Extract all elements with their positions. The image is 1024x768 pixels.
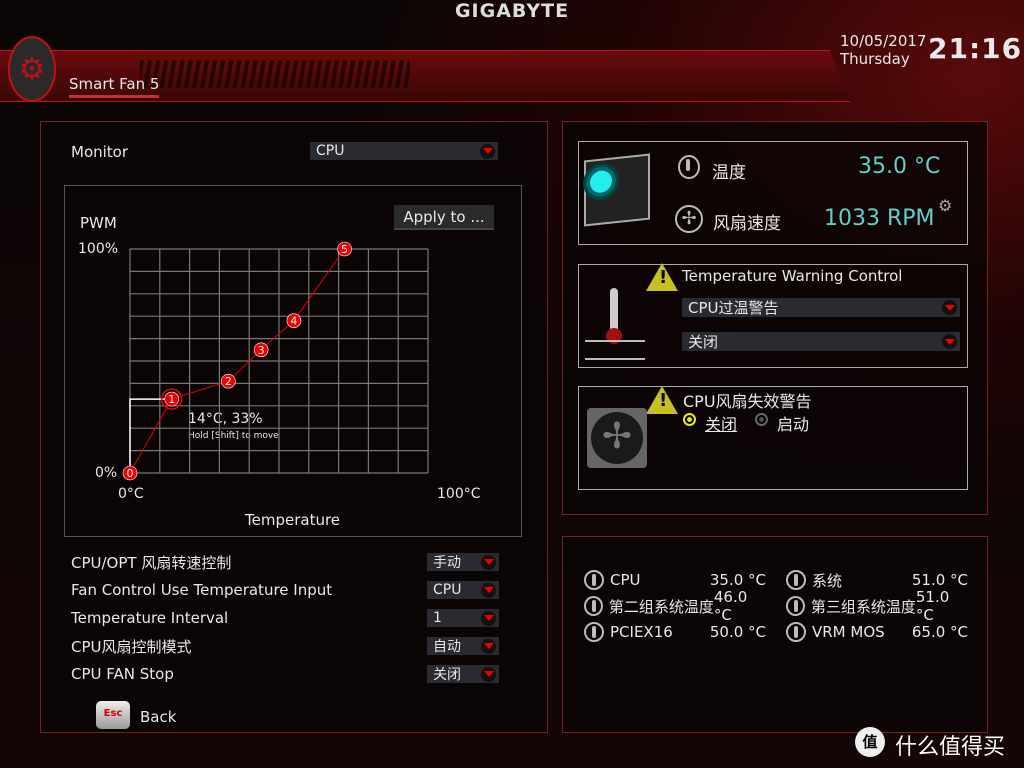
chevron-down-icon [942, 334, 957, 349]
thermometer-icon [786, 596, 805, 616]
chevron-down-icon [481, 554, 496, 570]
setting-select[interactable]: 手动 [427, 553, 499, 571]
setting-value: 自动 [433, 639, 461, 655]
gear-icon[interactable]: ⚙ [938, 196, 952, 215]
temperature-row: VRM MOS 65.0 °C [786, 619, 968, 645]
setting-value: CPU [433, 582, 462, 598]
thermometer-water-icon [585, 288, 645, 360]
fan-fail-title: CPU风扇失效警告 [683, 392, 812, 411]
setting-select[interactable]: 关闭 [427, 665, 499, 683]
curve-point-label: 5 [341, 243, 348, 256]
warning-target-value: CPU过温警告 [688, 299, 779, 317]
chevron-down-icon [481, 638, 496, 654]
setting-row: CPU风扇控制模式 自动 [71, 632, 499, 660]
setting-select[interactable]: 自动 [427, 637, 499, 655]
curve-point-label: 2 [225, 375, 232, 388]
setting-label: CPU/OPT 风扇转速控制 [71, 553, 232, 572]
pc-case-icon [584, 153, 650, 227]
chevron-down-icon [942, 300, 957, 315]
sensor-name: 第二组系统温度 [608, 597, 714, 616]
warning-threshold-select[interactable]: 关闭 [682, 332, 960, 351]
setting-label: Fan Control Use Temperature Input [71, 581, 333, 599]
radio-off[interactable] [683, 413, 696, 426]
thermometer-icon [584, 622, 604, 642]
sensor-name: 系统 [812, 571, 843, 590]
sensor-name: CPU [610, 571, 641, 589]
thermometer-icon [786, 570, 806, 590]
radio-on[interactable] [755, 413, 768, 426]
curve-point-label: 4 [290, 315, 297, 328]
setting-row: CPU FAN Stop 关闭 [71, 660, 499, 688]
sensor-value: 35.0 °C [709, 571, 766, 589]
thermometer-icon [584, 570, 604, 590]
chevron-down-icon [481, 610, 496, 626]
temperature-row: PCIEX16 50.0 °C [584, 619, 766, 645]
setting-row: CPU/OPT 风扇转速控制 手动 [71, 548, 499, 576]
curve-point-label: 1 [168, 393, 175, 406]
esc-key-icon[interactable]: Esc [96, 701, 130, 729]
curve-point-label: 0 [127, 467, 134, 480]
sensor-name: 第三组系统温度 [810, 597, 916, 616]
setting-value: 1 [433, 610, 442, 626]
thermometer-icon [584, 596, 603, 616]
setting-select[interactable]: 1 [427, 609, 499, 627]
watermark: 什么值得买 [895, 735, 1006, 760]
sensor-name: PCIEX16 [610, 623, 673, 641]
setting-value: 手动 [433, 555, 461, 571]
setting-value: 关闭 [433, 667, 461, 683]
setting-row: Temperature Interval 1 [71, 604, 499, 632]
temperature-warning-title: Temperature Warning Control [682, 267, 903, 285]
warning-threshold-value: 关闭 [688, 333, 719, 351]
fan-fail-icon: ✢ [587, 408, 647, 468]
temperature-list: CPU 35.0 °C 系统 51.0 °C 第二组系统温度 46.0 °C 第三组系统温度… [584, 567, 968, 645]
thermometer-icon [786, 622, 806, 642]
sensor-value: 65.0 °C [911, 623, 968, 641]
settings-list: CPU/OPT 风扇转速控制 手动 Fan Control Use Temperat… [71, 548, 499, 688]
radio-on-label[interactable]: 启动 [777, 411, 809, 435]
watermark-logo-icon: 值 [855, 727, 885, 757]
warning-icon: ! [646, 263, 678, 291]
warning-icon: ! [646, 386, 678, 414]
setting-label: Temperature Interval [71, 609, 229, 627]
sensor-value: 51.0 °C [911, 571, 968, 589]
temperature-row: 第二组系统温度 46.0 °C [584, 588, 766, 624]
temperature-label: 温度 [712, 163, 746, 183]
setting-label: CPU FAN Stop [71, 665, 174, 683]
setting-select[interactable]: CPU [427, 581, 499, 599]
setting-label: CPU风扇控制模式 [71, 637, 192, 656]
fan-speed-label: 风扇速度 [713, 214, 781, 234]
setting-row: Fan Control Use Temperature Input CPU [71, 576, 499, 604]
temperature-value: 35.0 °C [858, 154, 941, 179]
back-button[interactable]: Back [140, 708, 176, 726]
warning-target-select[interactable]: CPU过温警告 [682, 298, 960, 317]
chevron-down-icon [481, 582, 496, 598]
sensor-value: 50.0 °C [709, 623, 766, 641]
temperature-row: 第三组系统温度 51.0 °C [786, 588, 968, 624]
sensor-name: VRM MOS [812, 623, 885, 641]
chevron-down-icon [481, 666, 496, 682]
fan-speed-value: 1033 RPM [824, 206, 935, 231]
curve-point-label: 3 [258, 344, 265, 357]
thermometer-icon [678, 155, 700, 179]
fan-location-icon [590, 169, 612, 194]
radio-off-label[interactable]: 关闭 [705, 411, 737, 435]
fan-icon: ✢ [675, 205, 703, 233]
